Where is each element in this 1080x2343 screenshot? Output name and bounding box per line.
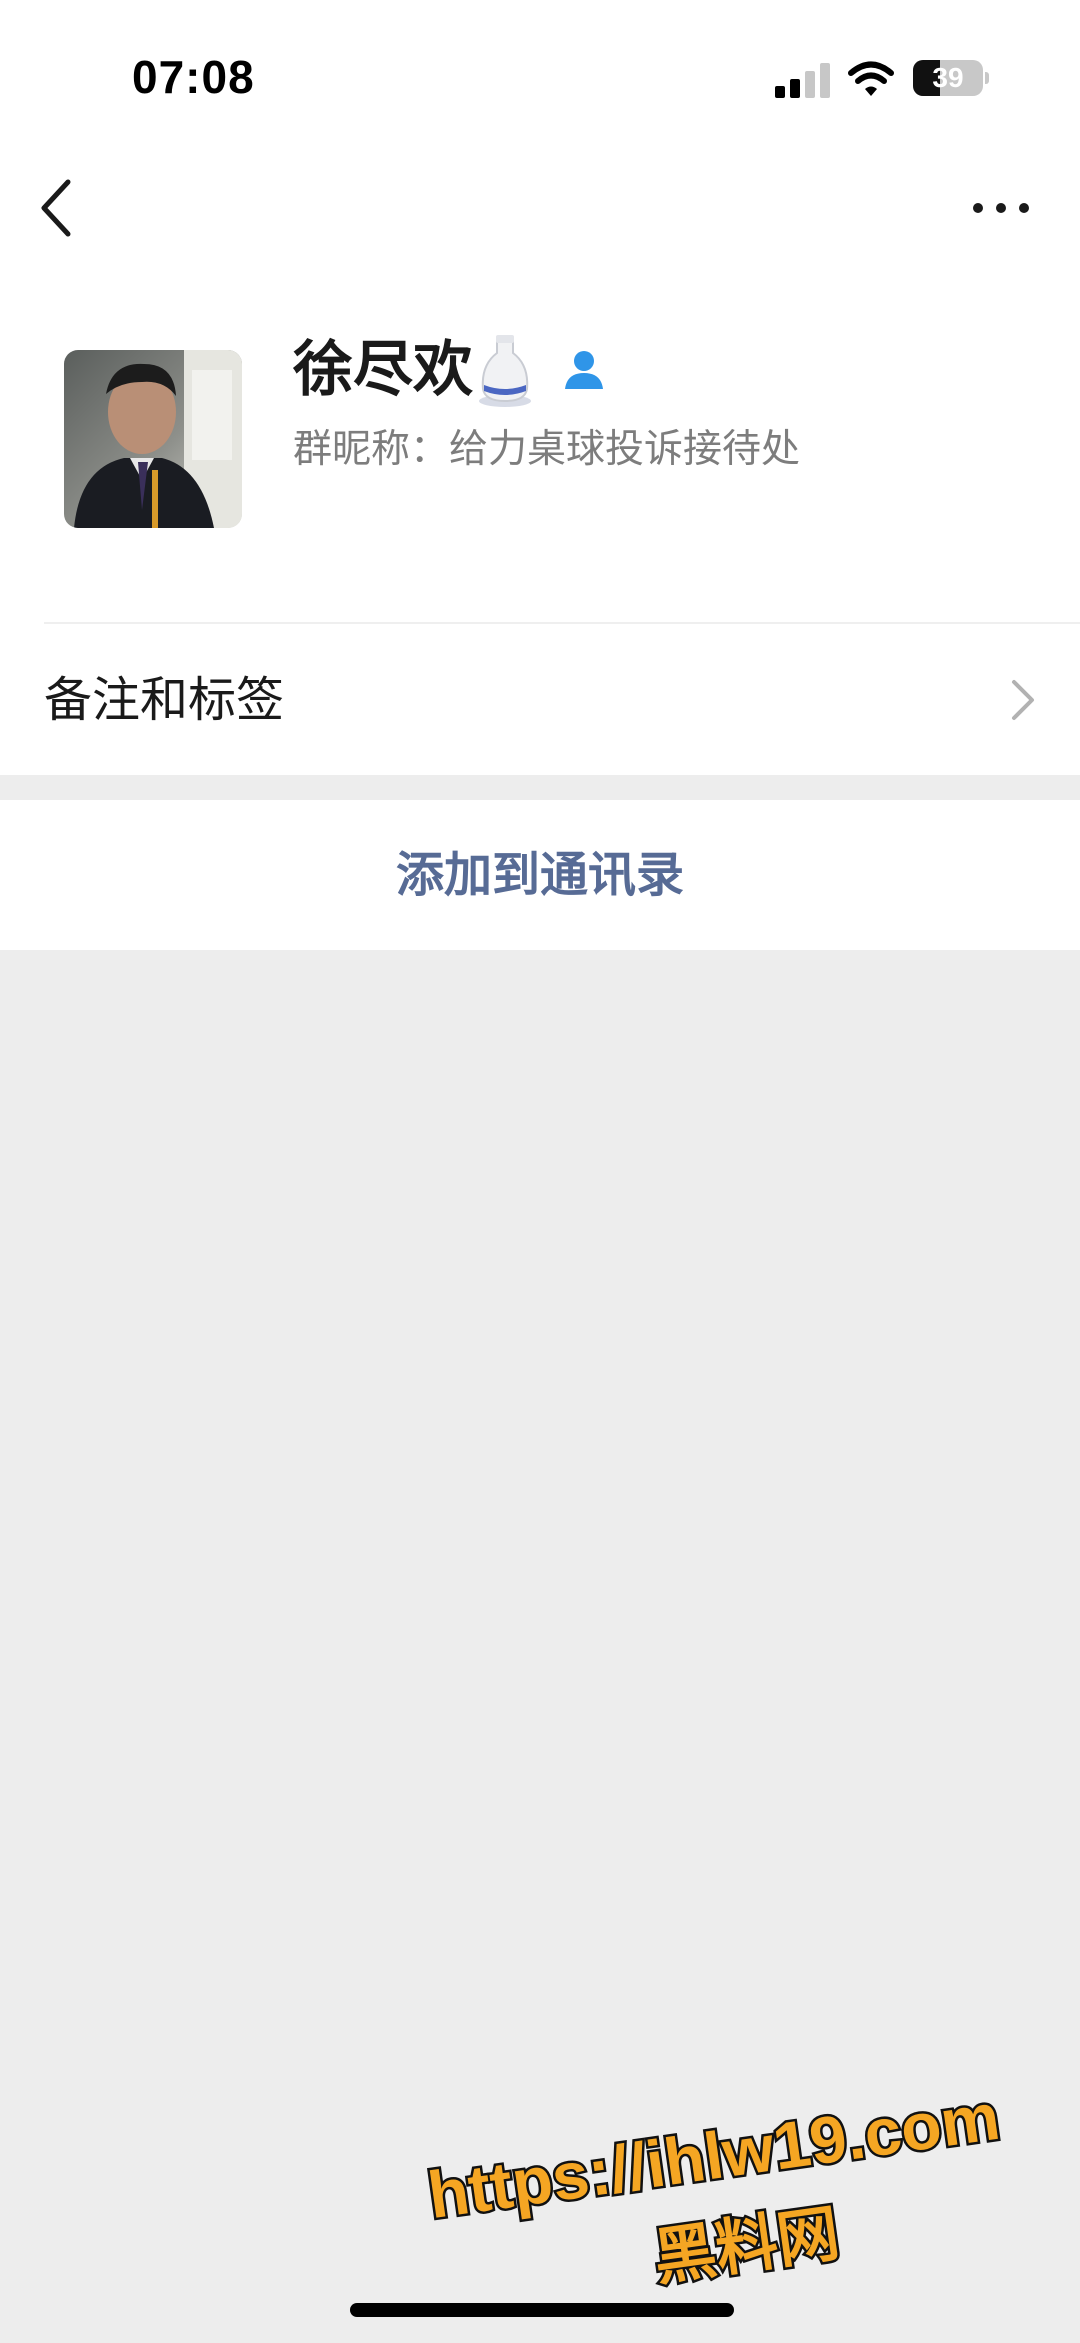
chevron-right-icon [1012,680,1034,720]
avatar[interactable] [64,350,242,528]
battery-level: 39 [932,62,964,93]
group-nickname: 群昵称：给力桌球投诉接待处 [293,427,801,472]
remarks-and-tags-row[interactable]: 备注和标签 [0,624,1080,775]
watermark-site-name: 黑料网 [649,2196,843,2294]
back-button[interactable] [30,170,90,246]
battery-cap [985,72,989,84]
sake-bottle-icon [479,335,531,407]
status-time: 07:08 [132,51,255,103]
profile-name-row: 徐尽欢 [293,325,609,415]
battery-indicator: 39 [913,60,989,96]
remarks-label: 备注和标签 [44,672,285,728]
avatar-photo [64,350,242,528]
battery-icon: 39 [913,60,983,96]
home-indicator[interactable] [350,2303,734,2317]
cellular-signal-icon [775,63,830,98]
chevron-left-icon [41,179,71,237]
profile-name: 徐尽欢 [293,335,473,405]
more-dots-icon [973,203,1029,213]
person-icon [565,351,603,389]
watermark: https://ihlw19.com 黑料网 [421,2090,1006,2297]
add-to-contacts-button[interactable]: 添加到通讯录 [0,800,1080,950]
more-button[interactable] [966,180,1036,236]
add-to-contacts-label: 添加到通讯录 [395,847,684,903]
wifi-icon [848,61,894,96]
watermark-url: https://ihlw19.com [424,2090,1004,2232]
status-bar: 07:08 39 [0,0,1080,150]
